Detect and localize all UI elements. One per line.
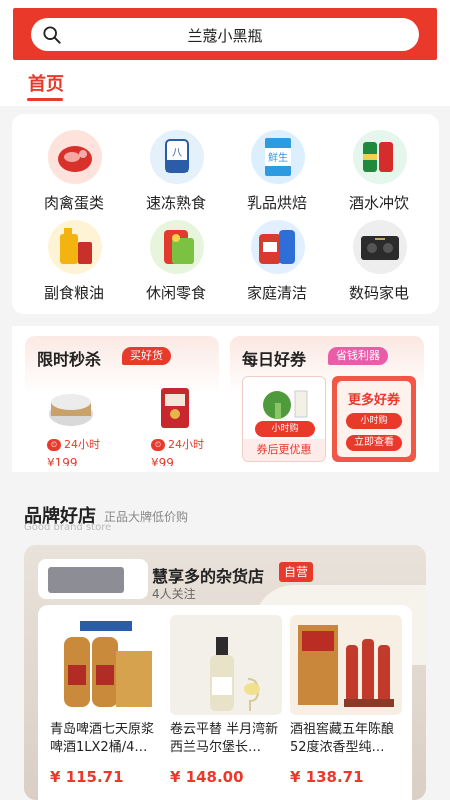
product-price: ¥ 148.00 (170, 768, 244, 786)
appliance-icon (353, 220, 407, 274)
product-name: 卷云平替 半月湾新西兰马尔堡长… (170, 722, 279, 755)
category-frozen[interactable]: 八 速冻熟食 (126, 130, 226, 220)
product-price: ¥ 115.71 (50, 768, 124, 786)
category-label: 速冻熟食 (145, 194, 206, 212)
daily-coupon-badge: 省钱利器 (328, 347, 388, 365)
flash-sale-card[interactable]: 限时秒杀 买好货 ⏲ 24小时 ¥199 ⏲ 24小时 ¥99 (25, 336, 219, 466)
category-label: 副食粮油 (43, 284, 104, 302)
self-operated-badge: 自营 (279, 562, 314, 582)
svg-text:鲜生: 鲜生 (268, 151, 288, 164)
tab-home[interactable]: 首页 (28, 70, 64, 96)
frozen-food-icon: 八 (150, 130, 204, 184)
category-label: 数码家电 (348, 284, 409, 302)
flash-sale-title: 限时秒杀 (37, 350, 102, 369)
flash-product-price: ¥199 (47, 456, 78, 466)
coupon-product-card[interactable]: 小时购 券后更优惠 (242, 376, 326, 462)
cosmetic-jar-image (49, 394, 93, 426)
category-grain-oil[interactable]: 副食粮油 (24, 220, 124, 310)
clock-icon: ⏲ (47, 439, 61, 451)
category-cleaning[interactable]: 家庭清洁 (227, 220, 327, 310)
category-label: 肉禽蛋类 (43, 194, 104, 212)
baijiu-product-image (290, 615, 402, 715)
vegetable-image (263, 390, 308, 419)
snack-icon (150, 220, 204, 274)
category-drinks[interactable]: 酒水冲饮 (329, 130, 429, 220)
category-label: 家庭清洁 (246, 284, 307, 302)
product-name: 青岛啤酒七天原浆啤酒1LX2桶/4… (50, 722, 155, 755)
daily-coupon-title: 每日好券 (242, 350, 307, 369)
store-thumbnail[interactable] (38, 559, 148, 599)
store-name[interactable]: 慧享多的杂货店 (152, 563, 264, 587)
flash-product-price: ¥99 (151, 456, 174, 466)
svg-text:八: 八 (172, 148, 182, 159)
more-coupons-pill: 小时购 (346, 413, 402, 429)
product-price: ¥ 138.71 (290, 768, 364, 786)
wine-product-image (170, 615, 282, 715)
header: 兰蔻小黑瓶 (0, 0, 450, 60)
category-meat[interactable]: 肉禽蛋类 (24, 130, 124, 220)
search-bar[interactable]: 兰蔻小黑瓶 (31, 18, 419, 51)
category-snack[interactable]: 休闲零食 (126, 220, 226, 310)
category-appliance[interactable]: 数码家电 (329, 220, 429, 310)
store-thumbnail-image (48, 567, 124, 593)
dairy-icon: 鲜生 (251, 130, 305, 184)
brand-section-subtitle: 正品大牌低价购 (104, 510, 189, 524)
brand-section-subtitle-en: Good brand store (24, 522, 112, 533)
search-query[interactable]: 兰蔻小黑瓶 (31, 25, 419, 46)
store-products: 青岛啤酒七天原浆啤酒1LX2桶/4… ¥ 115.71 卷云平替 半月湾新西兰马… (38, 605, 412, 800)
store-card[interactable]: 慧享多的杂货店 自营 4人关注 青岛啤酒七天原浆啤酒1LX2桶/4… ¥ 115… (24, 545, 426, 800)
promo-section: 限时秒杀 买好货 ⏲ 24小时 ¥199 ⏲ 24小时 ¥99 每日好券 省钱利器 … (12, 326, 439, 472)
flash-product-hours: ⏲ 24小时 (151, 436, 204, 452)
category-label: 休闲零食 (145, 284, 206, 302)
tab-active-indicator (27, 98, 63, 101)
category-label: 乳品烘焙 (246, 194, 307, 212)
flash-sale-badge: 买好货 (122, 347, 171, 365)
more-coupons-label: 更多好券 (347, 393, 400, 408)
more-coupons-inner: 更多好券 小时购 立即查看 (337, 381, 411, 457)
coupon-card-foot: 券后更优惠 (243, 439, 325, 461)
beer-product-image (50, 615, 162, 715)
more-coupons-card[interactable]: 更多好券 小时购 立即查看 (332, 376, 416, 462)
grain-oil-icon (48, 220, 102, 274)
product-name: 酒祖窖藏五年陈酿52度浓香型纯… (290, 722, 395, 755)
meat-icon (48, 130, 102, 184)
drinks-icon (353, 130, 407, 184)
clock-icon: ⏲ (151, 439, 165, 451)
tab-bar: 首页 (0, 60, 450, 106)
gift-box-image (161, 388, 189, 428)
category-grid: 肉禽蛋类 八 速冻熟食 鲜生 乳品烘焙 酒水冲饮 副食粮油 休闲零食 家庭清洁 (12, 114, 439, 314)
coupon-hour-pill: 小时购 (255, 421, 315, 437)
view-now-button[interactable]: 立即查看 (346, 435, 402, 451)
cleaning-icon (251, 220, 305, 274)
category-dairy[interactable]: 鲜生 乳品烘焙 (227, 130, 327, 220)
store-followers: 4人关注 (152, 587, 196, 601)
flash-product-hours: ⏲ 24小时 (47, 436, 100, 452)
category-label: 酒水冲饮 (348, 194, 409, 212)
daily-coupon-card[interactable]: 每日好券 省钱利器 小时购 券后更优惠 更多好券 小时购 立即查看 (230, 336, 424, 466)
